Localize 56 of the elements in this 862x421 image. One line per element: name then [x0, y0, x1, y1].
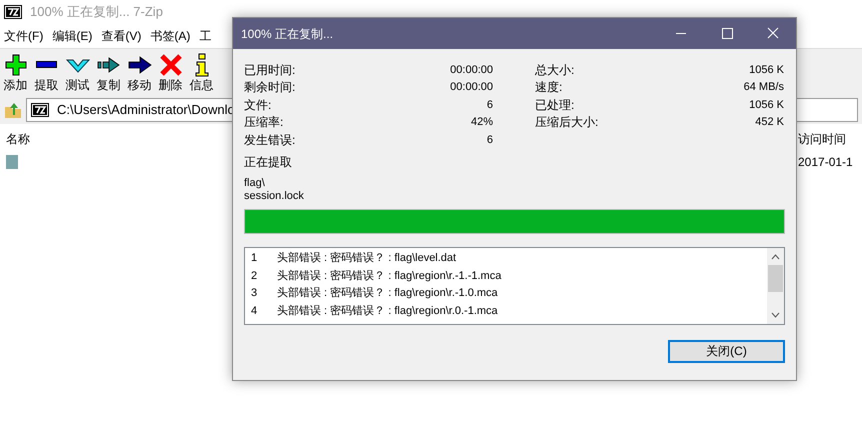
stat-value: 1056 K	[749, 98, 784, 112]
stat-value: 6	[486, 132, 493, 148]
stat-label: 压缩率:	[244, 114, 284, 132]
stat-label: 发生错误:	[244, 132, 296, 149]
row-number: 1	[251, 251, 258, 266]
log-message: 头部错误 : 密码错误？ : flag\region\r.0.-1.mca	[277, 304, 498, 318]
stat-label: 已处理:	[535, 96, 574, 114]
window-title: 100% 正在复制... 7-Zip	[30, 3, 163, 22]
stat-label: 总大小:	[535, 62, 574, 79]
app-logo-icon	[4, 5, 22, 19]
toolbar-button[interactable]: 删除	[156, 52, 185, 92]
file-icon	[6, 155, 18, 169]
toolbar-button[interactable]: 移动	[125, 52, 154, 92]
toolbar-button[interactable]: 提取	[32, 52, 61, 92]
stat-value: 42%	[470, 115, 493, 130]
column-header[interactable]: 访问时间	[798, 130, 856, 148]
stat-value: 00:00:00	[450, 62, 493, 78]
toolbar-button[interactable]: 测试	[63, 52, 92, 92]
stat-label: 文件:	[244, 96, 272, 114]
column-header[interactable]: 名称	[6, 130, 30, 148]
stat-value: 452 K	[755, 115, 784, 130]
operation-label: 正在提取	[244, 154, 292, 170]
toolbar-button[interactable]: 信息	[187, 52, 216, 92]
stat-label: 速度:	[535, 79, 562, 96]
menu-item[interactable]: 查看(V)	[101, 27, 142, 45]
stat-value: 00:00:00	[450, 80, 493, 95]
log-message: 头部错误 : 密码错误？ : flag\level.dat	[277, 250, 456, 266]
plus-icon	[4, 52, 28, 76]
folder-up-icon[interactable]	[4, 101, 22, 119]
stat-label: 压缩后大小:	[535, 114, 598, 132]
close-button[interactable]: 关闭(C)	[668, 340, 785, 362]
menu-item[interactable]: 编辑(E)	[52, 27, 92, 45]
scrollbar[interactable]	[767, 248, 784, 324]
row-number: 2	[251, 268, 258, 284]
stat-label: 已用时间:	[244, 62, 296, 79]
menu-item[interactable]: 书签(A)	[150, 27, 190, 45]
current-path: flag\	[244, 176, 265, 190]
toolbar-button[interactable]: 添加	[1, 52, 30, 92]
stat-value: 1056 K	[749, 62, 784, 78]
stat-label: 剩余时间:	[244, 79, 296, 96]
toolbar-button[interactable]: 复制	[94, 52, 123, 92]
current-file: session.lock	[244, 190, 304, 202]
scroll-thumb[interactable]	[768, 264, 783, 292]
row-number: 4	[251, 304, 258, 318]
menu-item[interactable]: 工	[199, 27, 212, 45]
menu-item[interactable]: 文件(F)	[4, 27, 44, 45]
app-logo-icon	[31, 103, 49, 117]
row-number: 3	[251, 286, 258, 301]
stat-value: 64 MB/s	[744, 80, 784, 95]
log-message: 头部错误 : 密码错误？ : flag\region\r.-1.-1.mca	[277, 268, 502, 284]
minus-icon	[36, 61, 57, 68]
dialog-title: 100% 正在复制...	[241, 26, 334, 42]
x-icon	[158, 52, 182, 76]
table-cell-text: 2017-01-1	[798, 154, 854, 171]
stat-value: 6	[486, 98, 493, 112]
log-message: 头部错误 : 密码错误？ : flag\region\r.-1.0.mca	[277, 286, 498, 301]
